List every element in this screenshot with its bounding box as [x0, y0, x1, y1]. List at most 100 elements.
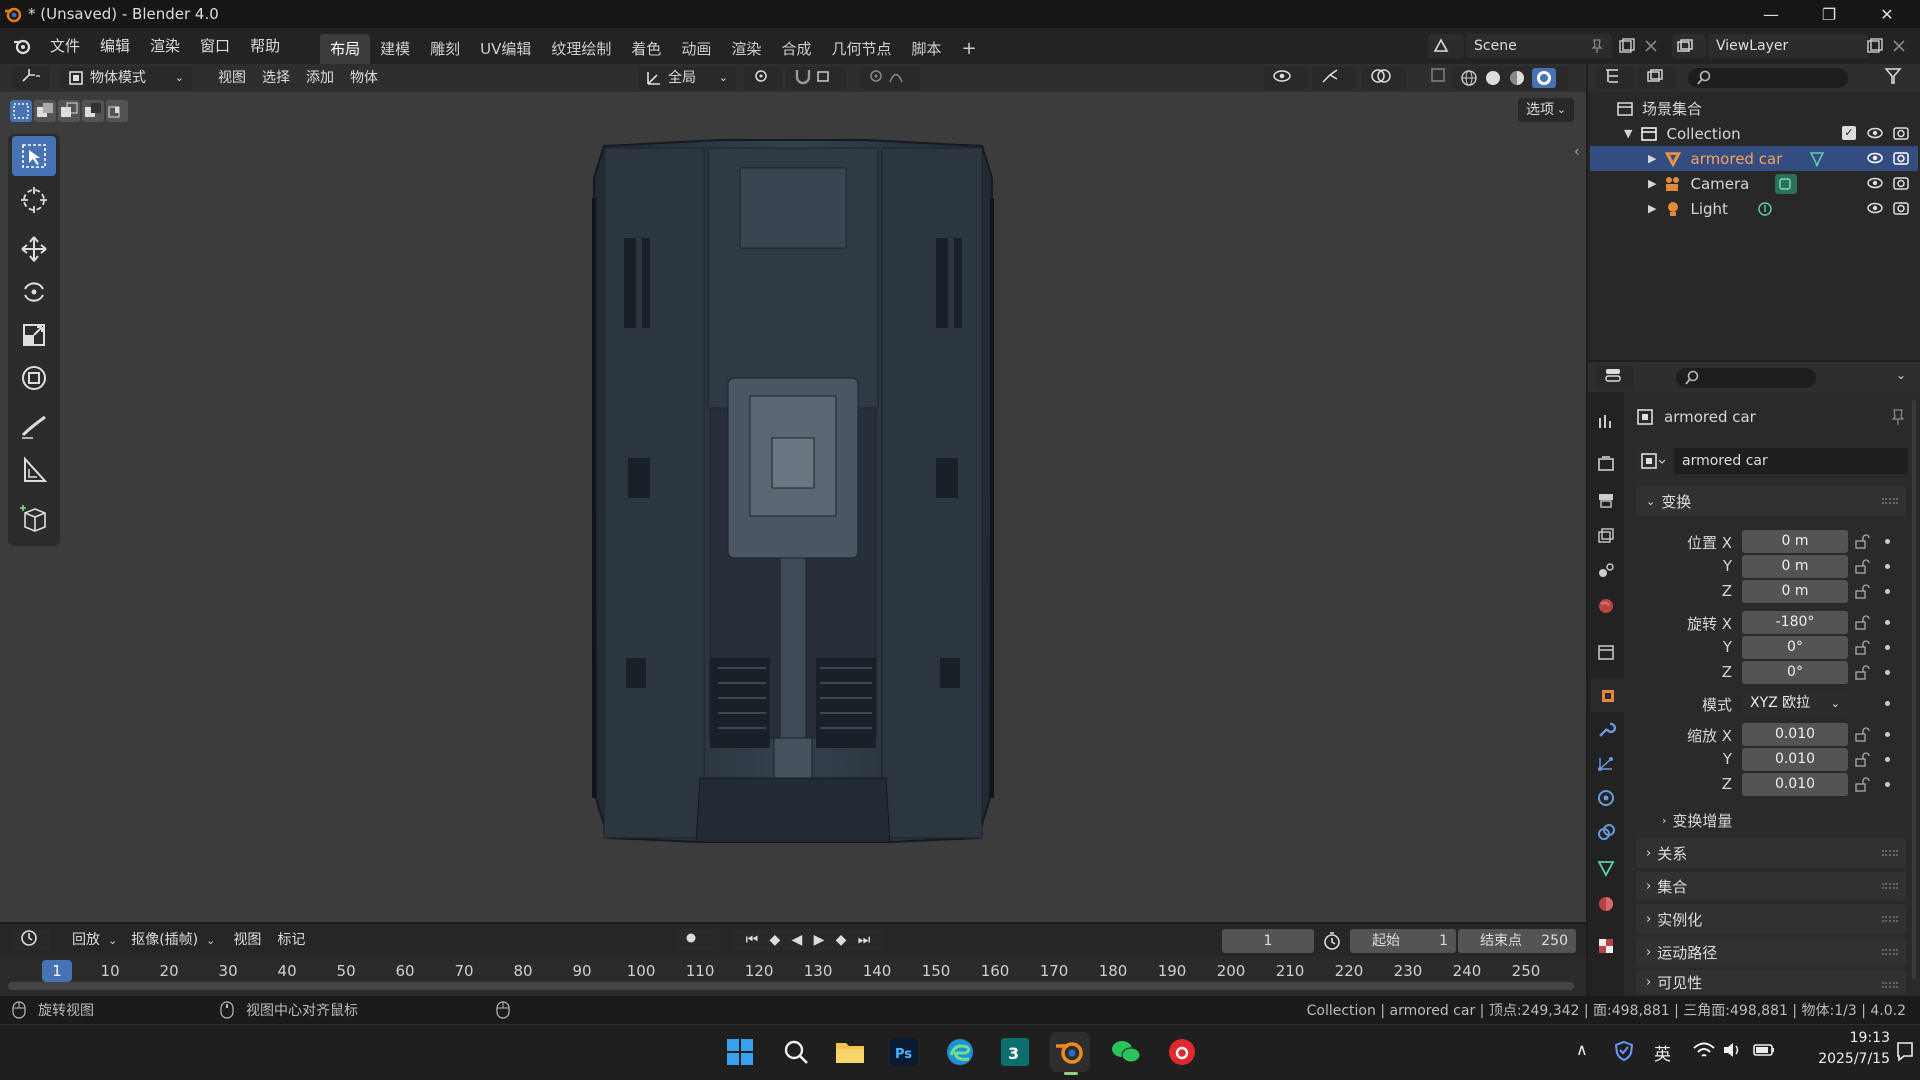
tab-shading[interactable]: 着色 — [621, 34, 671, 64]
select-extend-button[interactable] — [34, 100, 56, 122]
tab-uv-editing[interactable]: UV编辑 — [470, 34, 541, 64]
eye-icon[interactable] — [1866, 175, 1884, 191]
tab-sculpting[interactable]: 雕刻 — [420, 34, 470, 64]
blender-taskbar-button[interactable] — [1050, 1032, 1090, 1072]
snap-toggle[interactable] — [786, 67, 846, 89]
tab-particles[interactable] — [1594, 752, 1618, 776]
outliner-item-camera[interactable]: ▶ Camera — [1590, 171, 1918, 196]
tab-layout[interactable]: 布局 — [320, 34, 371, 64]
start-frame-field[interactable]: 起始 1 — [1350, 929, 1456, 953]
tab-physics[interactable] — [1594, 786, 1618, 810]
view-layer-browse-button[interactable] — [1672, 34, 1706, 58]
tab-scene[interactable] — [1594, 558, 1618, 582]
next-keyframe-icon[interactable]: ◆ — [836, 929, 847, 951]
play-icon[interactable]: ▶ — [814, 929, 825, 951]
maximize-button[interactable]: ❐ — [1800, 0, 1858, 28]
tool-scale[interactable] — [12, 315, 56, 355]
tab-output[interactable] — [1594, 488, 1618, 512]
menu-file[interactable]: 文件 — [40, 28, 90, 64]
chevron-down-icon[interactable]: ⌄ — [1896, 368, 1906, 382]
jump-end-icon[interactable]: ⏭ — [858, 929, 871, 951]
security-shield-icon[interactable] — [1614, 1040, 1634, 1062]
scene-browse-button[interactable] — [1428, 34, 1464, 58]
timeline-menu-keying[interactable]: 抠像(插帧) — [123, 929, 206, 951]
camera-render-icon[interactable] — [1892, 200, 1910, 216]
tab-constraints[interactable] — [1594, 820, 1618, 844]
start-button[interactable] — [720, 1032, 760, 1072]
tab-tool[interactable] — [1594, 410, 1618, 434]
mesh-data-icon[interactable] — [1808, 150, 1826, 168]
select-invert-button[interactable] — [82, 100, 104, 122]
timeline-editor-type-button[interactable] — [12, 929, 50, 951]
keyframe-dot-icon[interactable] — [1885, 539, 1890, 544]
menu-window[interactable]: 窗口 — [190, 28, 240, 64]
camera-render-icon[interactable] — [1892, 125, 1910, 141]
tab-compositing[interactable]: 合成 — [771, 34, 821, 64]
keyframe-dot-icon[interactable] — [1885, 645, 1890, 650]
tool-annotate[interactable] — [12, 406, 56, 446]
camera-render-icon[interactable] — [1892, 150, 1910, 166]
drag-grip-icon[interactable] — [1882, 982, 1898, 988]
rotation-z-field[interactable]: 0° — [1742, 661, 1848, 684]
expand-arrow-icon[interactable]: ▶ — [1648, 202, 1656, 215]
options-dropdown[interactable]: 选项 ⌄ — [1518, 98, 1574, 122]
select-subtract-button[interactable] — [58, 100, 80, 122]
expand-arrow-icon[interactable]: ▼ — [1624, 127, 1632, 140]
xray-toggle[interactable] — [1422, 67, 1446, 89]
3dsmax-button[interactable]: 3 — [995, 1032, 1035, 1072]
rendered-shading-button[interactable] — [1532, 68, 1556, 88]
tab-rendering[interactable]: 渲染 — [721, 34, 771, 64]
close-button[interactable]: ✕ — [1858, 0, 1916, 28]
tab-texture-paint[interactable]: 纹理绘制 — [541, 34, 621, 64]
battery-icon[interactable] — [1752, 1040, 1776, 1060]
timeline-menu-view[interactable]: 视图 — [225, 929, 269, 951]
tab-material[interactable] — [1594, 892, 1618, 916]
lock-icon[interactable] — [1854, 640, 1870, 656]
display-mode-dropdown[interactable] — [1638, 67, 1676, 89]
properties-search-input[interactable] — [1676, 368, 1816, 388]
section-transform[interactable]: ⌄ 变换 — [1636, 486, 1906, 516]
keyframe-dot-icon[interactable] — [1885, 732, 1890, 737]
viewport-menu-view[interactable]: 视图 — [210, 67, 254, 89]
editor-type-button[interactable] — [12, 67, 50, 89]
pivot-point-dropdown[interactable] — [744, 67, 782, 89]
gizmo-toggle[interactable] — [1312, 67, 1356, 89]
mode-dropdown[interactable]: 物体模式 ⌄ — [60, 67, 192, 89]
new-scene-icon[interactable] — [1618, 37, 1636, 55]
overlays-toggle[interactable] — [1362, 67, 1406, 89]
tab-modifiers[interactable] — [1594, 718, 1618, 742]
tool-move[interactable] — [12, 229, 56, 269]
file-explorer-button[interactable] — [830, 1032, 870, 1072]
timeline-menu-playback[interactable]: 回放 — [64, 929, 108, 951]
menu-render[interactable]: 渲染 — [140, 28, 190, 64]
tab-render[interactable] — [1594, 452, 1618, 476]
lock-icon[interactable] — [1854, 752, 1870, 768]
viewport-menu-add[interactable]: 添加 — [298, 67, 342, 89]
drag-grip-icon[interactable] — [1882, 850, 1898, 856]
tool-cursor[interactable] — [12, 180, 56, 220]
new-view-layer-icon[interactable] — [1866, 37, 1884, 55]
scale-y-field[interactable]: 0.010 — [1742, 748, 1848, 771]
drag-grip-icon[interactable] — [1882, 498, 1898, 504]
outliner-scene-collection[interactable]: 场景集合 — [1590, 96, 1918, 121]
tool-rotate[interactable] — [12, 272, 56, 312]
outliner-collection-row[interactable]: ▼ Collection ✓ — [1590, 121, 1918, 146]
outliner-search-input[interactable] — [1688, 68, 1848, 88]
pin-icon[interactable] — [1890, 408, 1906, 426]
auto-keying-toggle[interactable] — [676, 929, 720, 951]
ime-indicator[interactable]: 英 — [1654, 1040, 1671, 1065]
end-frame-field[interactable]: 结束点 250 — [1458, 929, 1576, 953]
outliner-item-armored-car[interactable]: ▶ armored car — [1590, 146, 1918, 171]
tab-scripting[interactable]: 脚本 — [901, 34, 951, 64]
rotation-y-field[interactable]: 0° — [1742, 636, 1848, 659]
clock-date[interactable]: 2025/7/15 — [1796, 1051, 1890, 1067]
taskbar-search-button[interactable] — [776, 1032, 816, 1072]
netease-music-button[interactable] — [1162, 1032, 1202, 1072]
lock-icon[interactable] — [1854, 584, 1870, 600]
tool-add-cube[interactable] — [12, 498, 56, 538]
edge-button[interactable] — [940, 1032, 980, 1072]
section-motion-paths[interactable]: › 运动路径 — [1636, 937, 1906, 967]
add-workspace-button[interactable]: + — [951, 34, 986, 64]
volume-icon[interactable] — [1722, 1040, 1744, 1060]
drag-grip-icon[interactable] — [1882, 949, 1898, 955]
